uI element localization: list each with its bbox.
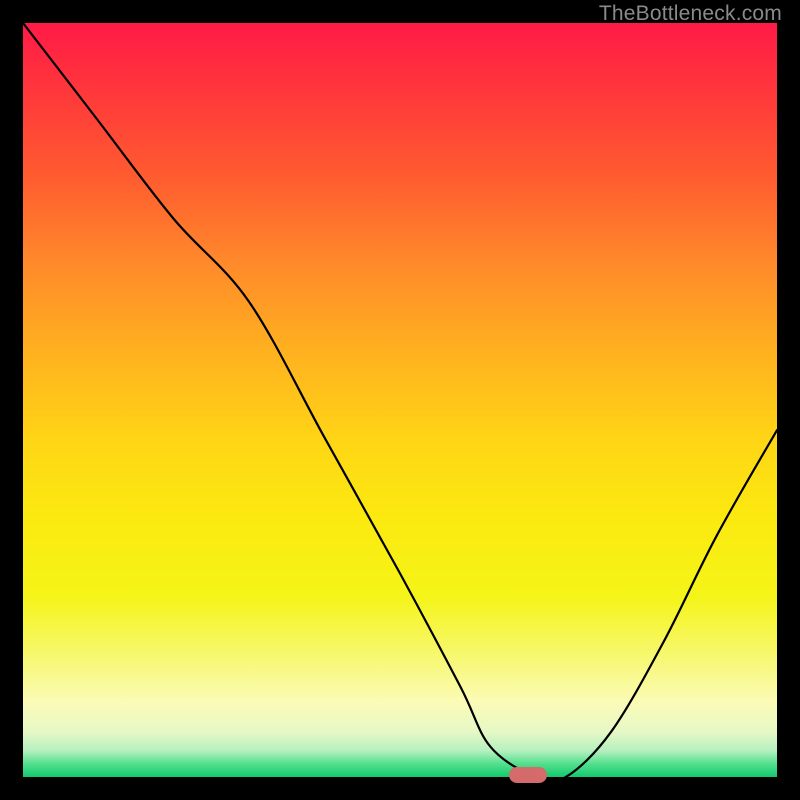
curve-svg xyxy=(23,23,777,777)
optimum-marker xyxy=(509,767,547,782)
chart-container: TheBottleneck.com xyxy=(0,0,800,800)
plot-area xyxy=(23,23,777,777)
bottleneck-curve xyxy=(23,23,777,777)
